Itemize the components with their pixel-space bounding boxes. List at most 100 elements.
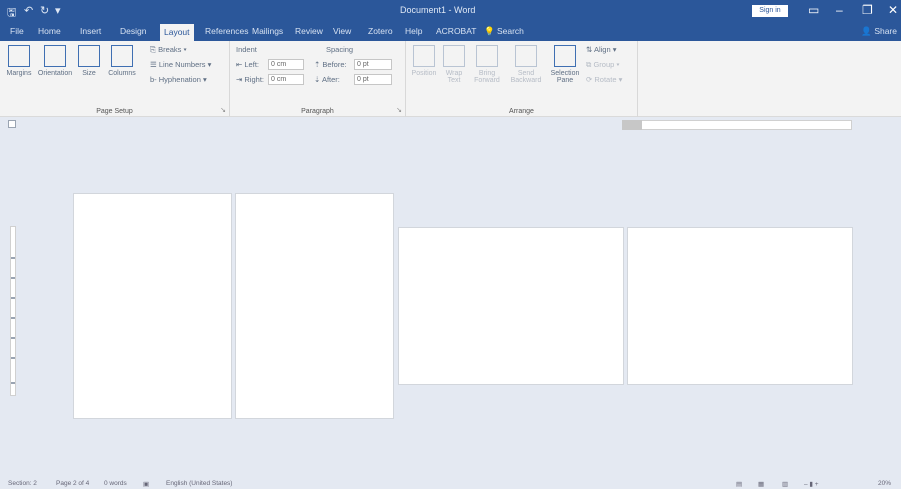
redo-icon[interactable]: ↻ — [40, 4, 49, 17]
bring-forward-label: Bring Forward — [474, 70, 500, 84]
tab-insert[interactable]: Insert — [80, 26, 101, 36]
arrange-group: Position Wrap Text Bring Forward Send Ba… — [406, 41, 638, 117]
close-icon[interactable]: ✕ — [888, 3, 898, 17]
print-layout-icon[interactable]: ▦ — [758, 480, 764, 488]
status-bar: Section: 2 Page 2 of 4 0 words ▣ English… — [0, 479, 901, 489]
size-icon — [78, 45, 100, 67]
read-mode-icon[interactable]: ▤ — [736, 480, 742, 488]
document-page-2[interactable] — [235, 193, 394, 419]
paragraph-group: Indent ⇤ Left: 0 cm ⇥ Right: 0 cm Spacin… — [230, 41, 406, 117]
tab-zotero[interactable]: Zotero — [368, 26, 393, 36]
ruler-mark — [11, 277, 15, 279]
status-zoom[interactable]: 20% — [878, 480, 891, 487]
ruler-margin-shade — [622, 120, 642, 130]
tab-mailings[interactable]: Mailings — [252, 26, 283, 36]
tab-view[interactable]: View — [333, 26, 351, 36]
tab-selector[interactable] — [8, 120, 16, 128]
group-icon: ⧉ — [586, 60, 592, 69]
group-label: Group — [593, 60, 615, 69]
tab-file[interactable]: File — [10, 26, 24, 36]
send-backward-button[interactable]: Send Backward — [506, 45, 546, 84]
arrange-label: Arrange — [509, 108, 534, 115]
indent-left-icon: ⇤ — [236, 60, 243, 69]
tab-help[interactable]: Help — [405, 26, 422, 36]
page-setup-launcher-icon[interactable]: ↘ — [220, 106, 226, 114]
tab-review[interactable]: Review — [295, 26, 323, 36]
rotate-label: Rotate — [594, 75, 617, 84]
ruler-mark — [11, 297, 15, 299]
status-section[interactable]: Section: 2 — [8, 480, 37, 487]
orientation-button[interactable]: Orientation — [36, 45, 74, 77]
document-page-3[interactable] — [398, 227, 624, 385]
columns-label: Columns — [108, 70, 136, 77]
margins-icon — [8, 45, 30, 67]
spacing-before-label: ⇡ Before: — [314, 60, 347, 69]
align-label: Align — [593, 45, 611, 54]
hyphenation-label: Hyphenation — [158, 75, 201, 84]
rotate-icon: ⟳ — [586, 75, 593, 84]
proofing-icon[interactable]: ▣ — [143, 480, 149, 488]
send-backward-label: Send Backward — [510, 70, 542, 84]
indent-right-icon: ⇥ — [236, 75, 243, 84]
spacing-after-label: ⇣ After: — [314, 75, 340, 84]
hyphenation-icon: b- — [150, 75, 157, 84]
group-button[interactable]: ⧉ Group ▾ — [586, 60, 620, 70]
position-icon — [413, 45, 435, 67]
customize-quick-access-icon[interactable]: ▾ — [55, 4, 61, 17]
tab-references[interactable]: References — [205, 26, 248, 36]
paragraph-label: Paragraph — [301, 108, 334, 115]
spacing-after-input[interactable]: 0 pt — [354, 74, 392, 85]
ribbon-display-icon[interactable]: ▭ — [808, 3, 819, 17]
bring-forward-button[interactable]: Bring Forward — [470, 45, 504, 84]
paragraph-launcher-icon[interactable]: ↘ — [396, 106, 402, 114]
rotate-button[interactable]: ⟳ Rotate ▾ — [586, 75, 622, 84]
indent-right-input[interactable]: 0 cm — [268, 74, 304, 85]
position-button[interactable]: Position — [410, 45, 438, 77]
restore-icon[interactable]: ❐ — [862, 3, 873, 17]
selection-pane-button[interactable]: Selection Pane — [548, 45, 582, 84]
zoom-slider[interactable]: – ▮ + — [804, 480, 819, 488]
wrap-text-icon — [443, 45, 465, 67]
status-page[interactable]: Page 2 of 4 — [56, 480, 89, 487]
line-numbers-button[interactable]: ☰ Line Numbers ▾ — [150, 60, 211, 69]
sign-in-button[interactable]: Sign in — [752, 5, 788, 17]
wrap-text-button[interactable]: Wrap Text — [440, 45, 468, 84]
page-setup-label: Page Setup — [96, 108, 133, 115]
status-words[interactable]: 0 words — [104, 480, 127, 487]
tab-design[interactable]: Design — [120, 26, 146, 36]
indent-heading: Indent — [236, 45, 257, 54]
breaks-button[interactable]: ⎘ Breaks ▾ — [150, 45, 187, 55]
search-box[interactable]: 💡 Search — [484, 26, 524, 37]
hyphenation-button[interactable]: b- Hyphenation ▾ — [150, 75, 207, 84]
share-button[interactable]: 👤 Share — [861, 26, 897, 37]
spacing-before-input[interactable]: 0 pt — [354, 59, 392, 70]
wrap-text-label: Wrap Text — [445, 70, 463, 84]
save-icon[interactable]: 🖫 — [7, 4, 16, 23]
horizontal-ruler[interactable] — [622, 120, 852, 130]
minimize-icon[interactable]: – — [836, 3, 843, 17]
vertical-ruler[interactable] — [10, 226, 16, 396]
tab-acrobat[interactable]: ACROBAT — [436, 26, 476, 36]
undo-icon[interactable]: ↶ — [24, 4, 33, 17]
web-layout-icon[interactable]: ▥ — [782, 480, 788, 488]
align-button[interactable]: ⇅ Align ▾ — [586, 45, 617, 54]
position-label: Position — [411, 70, 437, 77]
columns-button[interactable]: Columns — [102, 45, 142, 77]
window-title: Document1 - Word — [400, 5, 476, 15]
spacing-before-text: Before: — [322, 60, 347, 69]
size-label: Size — [82, 70, 96, 77]
indent-left-text: Left: — [244, 60, 259, 69]
tab-home[interactable]: Home — [38, 26, 61, 36]
document-page-4[interactable] — [627, 227, 853, 385]
indent-left-input[interactable]: 0 cm — [268, 59, 304, 70]
status-language[interactable]: English (United States) — [166, 480, 232, 487]
indent-right-text: Right: — [244, 75, 264, 84]
ruler-mark — [11, 257, 15, 259]
margins-button[interactable]: Margins — [4, 45, 34, 77]
align-icon: ⇅ — [586, 45, 593, 54]
size-button[interactable]: Size — [78, 45, 100, 77]
document-page-1[interactable] — [73, 193, 232, 419]
ruler-mark — [11, 337, 15, 339]
tab-layout[interactable]: Layout — [160, 24, 194, 41]
selection-pane-icon — [554, 45, 576, 67]
